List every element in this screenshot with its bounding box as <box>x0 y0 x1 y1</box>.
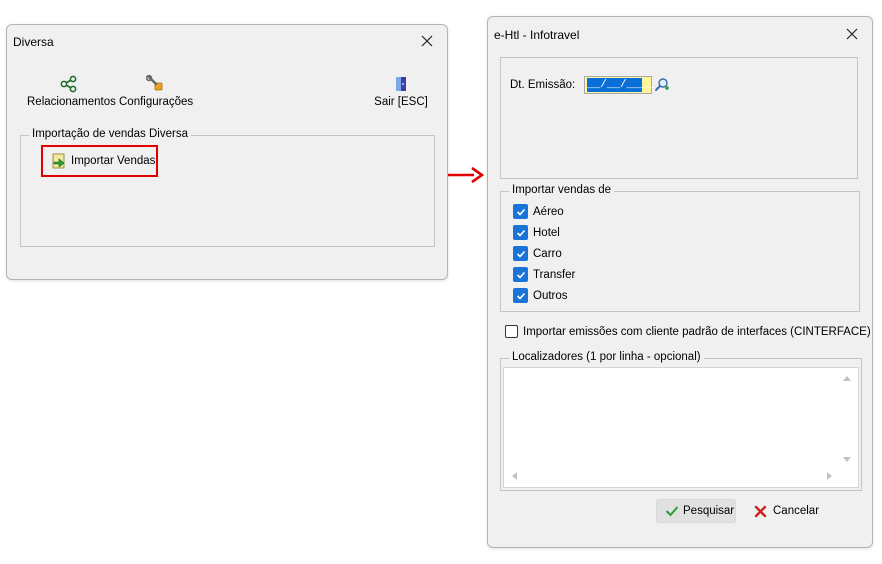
share-nodes-icon <box>60 75 77 93</box>
localizadores-textarea[interactable] <box>503 367 859 488</box>
checkbox-label: Importar emissões com cliente padrão de … <box>523 325 871 338</box>
cancel-x-icon <box>754 505 767 517</box>
arrow-right-icon <box>448 166 484 184</box>
pesquisar-label: Pesquisar <box>683 505 735 517</box>
cancelar-label: Cancelar <box>773 505 820 517</box>
checkbox-label: Transfer <box>533 268 576 281</box>
scroll-left-icon[interactable] <box>510 471 518 481</box>
pesquisar-button[interactable]: Pesquisar <box>656 499 736 523</box>
configuracoes-button[interactable]: Configurações <box>119 75 194 108</box>
checkbox-checked-icon <box>513 267 528 282</box>
importar-vendas-group: Importar vendas de Aéreo Hotel Carro Tra… <box>500 184 860 312</box>
importar-vendas-de-label: Importar vendas de <box>509 184 615 196</box>
checkbox-label: Outros <box>533 289 568 302</box>
checkbox-carro[interactable]: Carro <box>513 246 562 261</box>
checkbox-checked-icon <box>513 288 528 303</box>
localizadores-group: Localizadores (1 por linha - opcional) <box>500 351 862 491</box>
dt-emissao-label: Dt. Emissão: <box>510 79 576 91</box>
checkbox-cinterface[interactable]: Importar emissões com cliente padrão de … <box>505 325 871 338</box>
checkbox-unchecked-icon <box>505 325 518 338</box>
checkbox-hotel[interactable]: Hotel <box>513 225 560 240</box>
checkbox-checked-icon <box>513 246 528 261</box>
search-calendar-icon[interactable] <box>654 77 670 93</box>
relacionamentos-label: Relacionamentos <box>27 96 116 108</box>
check-icon <box>665 506 679 517</box>
importar-vendas-label: Importar Vendas <box>71 155 156 167</box>
checkbox-checked-icon <box>513 225 528 240</box>
window-title: Diversa <box>13 35 54 49</box>
exit-door-icon <box>396 77 406 91</box>
checkbox-outros[interactable]: Outros <box>513 288 568 303</box>
infotravel-window: e-Htl - Infotravel Dt. Emissão: __/__/__… <box>487 16 873 548</box>
scroll-right-icon[interactable] <box>826 471 834 481</box>
diversa-window: Diversa Relacionamentos Configurações Sa… <box>6 24 448 280</box>
dt-emissao-input[interactable]: __/__/____ <box>584 76 654 94</box>
checkbox-aereo[interactable]: Aéreo <box>513 204 564 219</box>
checkbox-label: Aéreo <box>533 205 564 218</box>
wrench-icon <box>146 75 163 91</box>
scroll-down-icon[interactable] <box>842 456 852 464</box>
window-title: e-Htl - Infotravel <box>494 28 580 42</box>
close-icon[interactable] <box>415 29 439 53</box>
group-label: Importação de vendas Diversa <box>29 128 191 140</box>
scroll-up-icon[interactable] <box>842 374 852 382</box>
import-sheet-icon <box>52 153 65 169</box>
configuracoes-label: Configurações <box>119 96 194 108</box>
date-panel <box>500 57 858 179</box>
checkbox-label: Hotel <box>533 226 560 239</box>
dt-emissao-value: __/__/____ <box>587 78 654 92</box>
checkbox-checked-icon <box>513 204 528 219</box>
checkbox-label: Carro <box>533 247 562 260</box>
cancelar-button[interactable]: Cancelar <box>750 499 834 523</box>
close-icon[interactable] <box>840 22 864 46</box>
importar-vendas-button[interactable]: Importar Vendas <box>41 145 158 177</box>
sair-button[interactable]: Sair [ESC] <box>369 75 433 108</box>
localizadores-label: Localizadores (1 por linha - opcional) <box>509 351 704 363</box>
relacionamentos-button[interactable]: Relacionamentos <box>27 75 116 108</box>
checkbox-transfer[interactable]: Transfer <box>513 267 575 282</box>
sair-label: Sair [ESC] <box>374 96 428 108</box>
